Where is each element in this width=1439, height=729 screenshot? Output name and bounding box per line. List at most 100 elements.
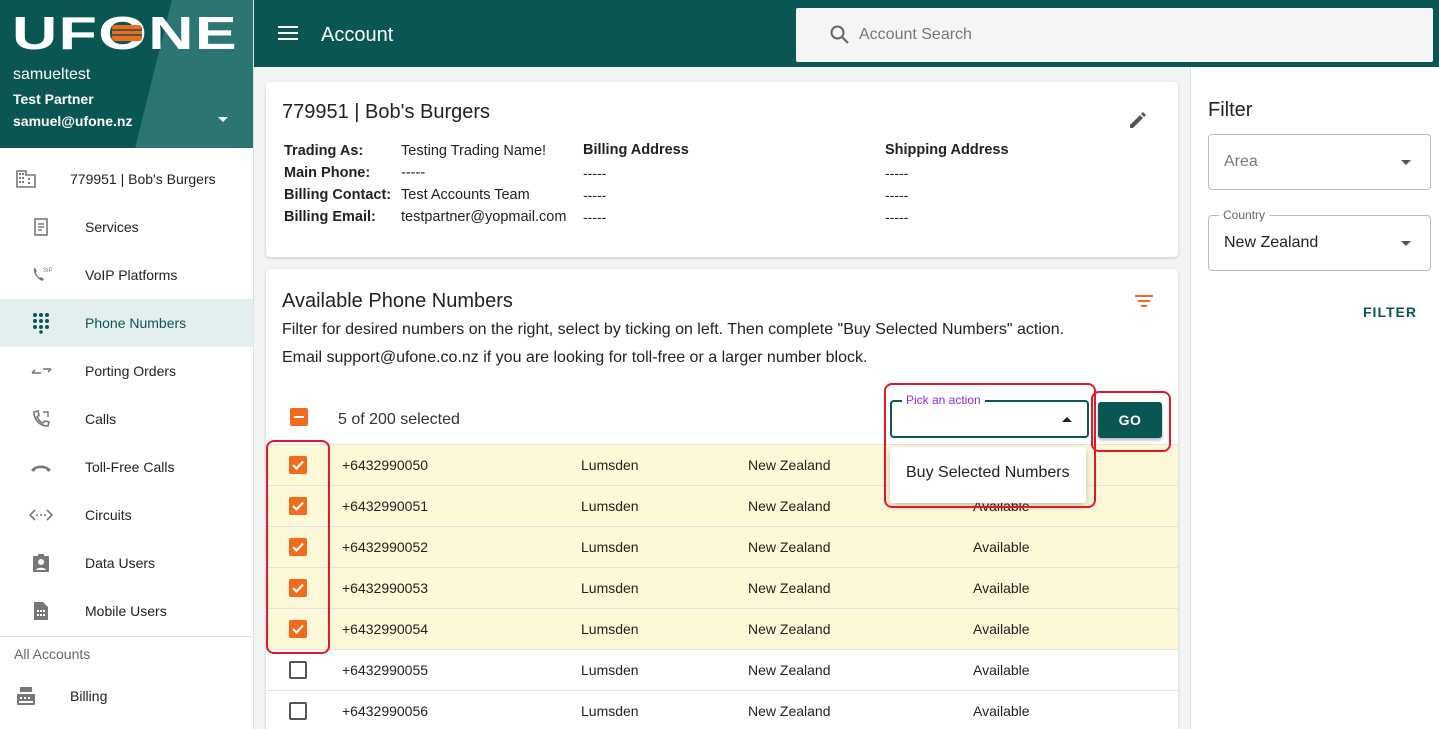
call-end-icon xyxy=(29,455,53,479)
account-card: 779951 | Bob's Burgers Trading As: Main … xyxy=(266,82,1178,257)
swap-arrows-icon xyxy=(29,359,53,383)
sidebar-item-data-users[interactable]: Data Users xyxy=(0,539,253,587)
billing-email-value: testpartner@yopmail.com xyxy=(401,209,567,225)
ufone-logo: UFONE xyxy=(12,12,237,54)
billing-contact-value: Test Accounts Team xyxy=(401,187,530,203)
filter-panel: Filter Area Country New Zealand FILTER xyxy=(1190,67,1439,729)
filter-button[interactable]: FILTER xyxy=(1363,304,1417,320)
cell-area: Lumsden xyxy=(581,498,639,514)
cell-number: +6432990050 xyxy=(342,457,429,473)
cell-country: New Zealand xyxy=(748,662,831,678)
cell-country: New Zealand xyxy=(748,457,831,473)
sidebar-account-label: 779951 | Bob's Burgers xyxy=(70,171,216,187)
main-phone-value: ----- xyxy=(401,165,426,181)
edit-icon[interactable] xyxy=(1128,110,1148,130)
sidebar-item-label: Mobile Users xyxy=(85,603,167,619)
username: samueltest xyxy=(13,66,91,83)
table-row[interactable]: +6432990052 Lumsden New Zealand Available xyxy=(266,526,1178,567)
table-row[interactable]: +6432990056 Lumsden New Zealand Available xyxy=(266,690,1178,729)
sidebar-item-toll-free-calls[interactable]: Toll-Free Calls xyxy=(0,443,253,491)
cell-number: +6432990056 xyxy=(342,703,429,719)
sidebar-item-circuits[interactable]: Circuits xyxy=(0,491,253,539)
account-search xyxy=(796,8,1433,62)
sidebar-item-services[interactable]: Services xyxy=(0,203,253,251)
phone-forward-icon xyxy=(29,407,53,431)
numbers-support-note: Email support@ufone.co.nz if you are loo… xyxy=(282,349,868,366)
search-icon xyxy=(830,25,849,44)
trading-as-value: Testing Trading Name! xyxy=(401,143,547,159)
selected-count: 5 of 200 selected xyxy=(338,411,460,428)
billing-address-line: ----- xyxy=(583,187,607,203)
cell-status: Available xyxy=(973,621,1030,637)
account-menu-caret-icon[interactable] xyxy=(218,117,228,122)
sidebar-item-label: Billing xyxy=(70,688,108,704)
sidebar-item-billing[interactable]: Billing xyxy=(0,672,253,720)
table-row[interactable]: +6432990053 Lumsden New Zealand Available xyxy=(266,567,1178,608)
billing-address-label: Billing Address xyxy=(583,142,689,158)
table-row[interactable]: +6432990054 Lumsden New Zealand Available xyxy=(266,608,1178,649)
sidebar-item-label: Toll-Free Calls xyxy=(85,459,175,475)
billing-address-line: ----- xyxy=(583,165,607,181)
sidebar-item-porting-orders[interactable]: Porting Orders xyxy=(0,347,253,395)
cell-area: Lumsden xyxy=(581,703,639,719)
sidebar: UFONE samueltest Test Partner samuel@ufo… xyxy=(0,0,254,729)
brand-header: UFONE samueltest Test Partner samuel@ufo… xyxy=(0,0,253,148)
table-row[interactable]: +6432990055 Lumsden New Zealand Available xyxy=(266,649,1178,690)
highlight-checkboxes xyxy=(266,440,330,654)
cell-country: New Zealand xyxy=(748,539,831,555)
search-input[interactable] xyxy=(859,22,1399,48)
svg-text:SIP: SIP xyxy=(43,268,52,274)
filter-title: Filter xyxy=(1208,99,1253,121)
filter-list-icon[interactable] xyxy=(1134,293,1154,309)
country-select[interactable]: Country New Zealand xyxy=(1208,208,1431,271)
section-all-accounts: All Accounts xyxy=(14,646,91,662)
cell-number: +6432990053 xyxy=(342,580,429,596)
sip-phone-icon: SIP xyxy=(29,263,53,287)
row-checkbox[interactable] xyxy=(289,702,307,720)
sidebar-item-label: Circuits xyxy=(85,507,132,523)
cell-area: Lumsden xyxy=(581,621,639,637)
country-label: Country xyxy=(1219,208,1270,222)
sidebar-divider xyxy=(0,636,253,637)
sidebar-item-label: Data Users xyxy=(85,555,156,571)
user-email: samuel@ufone.nz xyxy=(13,113,133,129)
area-placeholder: Area xyxy=(1224,153,1258,170)
sidebar-item-phone-numbers[interactable]: Phone Numbers xyxy=(0,299,253,347)
shipping-address-line: ----- xyxy=(885,209,909,225)
sidebar-item-calls[interactable]: Calls xyxy=(0,395,253,443)
sidebar-item-account[interactable]: 779951 | Bob's Burgers xyxy=(0,155,253,203)
highlight-go-button xyxy=(1091,391,1171,452)
sidebar-item-label: VoIP Platforms xyxy=(85,267,178,283)
sidebar-item-mobile-users[interactable]: Mobile Users xyxy=(0,587,253,635)
cell-number: +6432990052 xyxy=(342,539,429,555)
sim-card-icon xyxy=(29,599,53,623)
cell-area: Lumsden xyxy=(581,580,639,596)
settings-ethernet-icon xyxy=(29,503,53,527)
highlight-action-select xyxy=(884,383,1096,508)
area-select[interactable]: Area xyxy=(1208,134,1431,190)
building-icon xyxy=(14,167,38,191)
menu-icon[interactable] xyxy=(278,26,298,40)
cell-status: Available xyxy=(973,539,1030,555)
shipping-address-line: ----- xyxy=(885,187,909,203)
row-checkbox[interactable] xyxy=(289,661,307,679)
numbers-instructions: Filter for desired numbers on the right,… xyxy=(282,321,1065,338)
country-value: New Zealand xyxy=(1224,234,1319,251)
cell-country: New Zealand xyxy=(748,498,831,514)
sidebar-item-label: Services xyxy=(85,219,139,235)
cell-status: Available xyxy=(973,703,1030,719)
assignment-ind-icon xyxy=(29,551,53,575)
select-all-checkbox[interactable] xyxy=(290,408,308,426)
cell-country: New Zealand xyxy=(748,703,831,719)
cell-area: Lumsden xyxy=(581,457,639,473)
sidebar-item-voip-platforms[interactable]: SIP VoIP Platforms xyxy=(0,251,253,299)
billing-contact-label: Billing Contact: xyxy=(284,187,392,203)
dialpad-icon xyxy=(29,311,53,335)
cash-register-icon xyxy=(14,684,38,708)
chevron-down-icon xyxy=(1401,160,1411,165)
sidebar-item-label: Calls xyxy=(85,411,117,427)
shipping-address-label: Shipping Address xyxy=(885,142,1009,158)
partner-name: Test Partner xyxy=(13,91,94,107)
chevron-down-icon xyxy=(1401,241,1411,246)
receipt-icon xyxy=(29,215,53,239)
